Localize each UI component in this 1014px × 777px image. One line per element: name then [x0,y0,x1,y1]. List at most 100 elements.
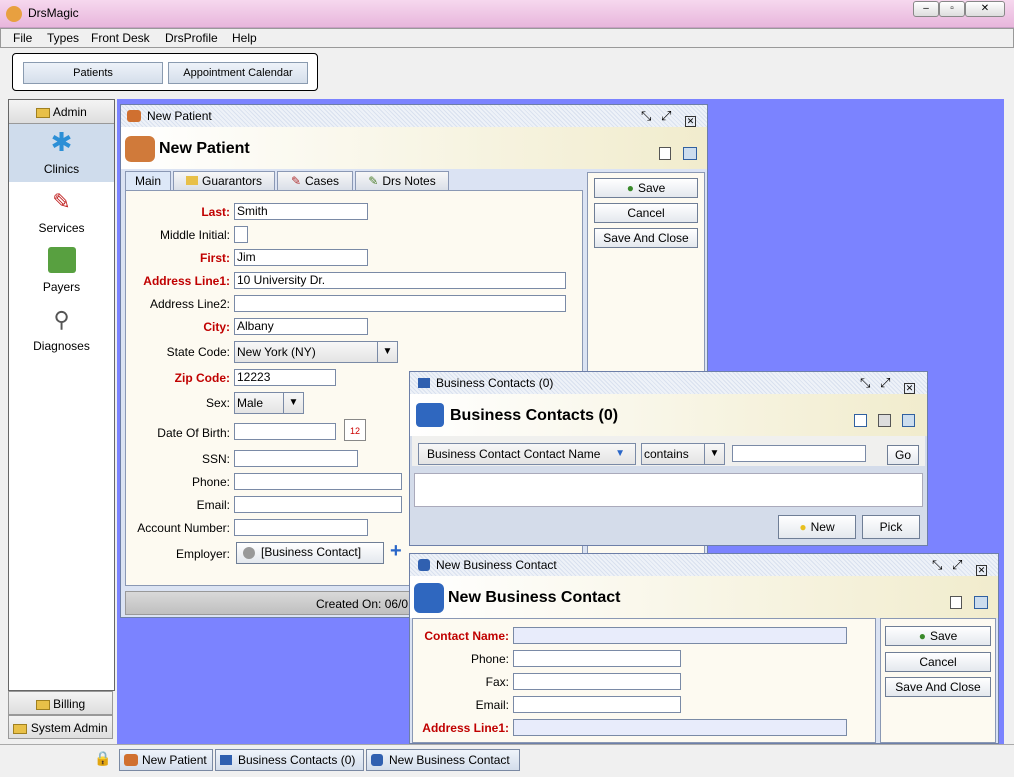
layout-view-icon[interactable] [974,596,988,609]
pick-button[interactable]: Pick [862,515,920,539]
system-admin-section[interactable]: System Admin [8,715,113,739]
state-code-select[interactable]: New York (NY) ▼ [234,341,398,363]
cancel-button[interactable]: Cancel [594,203,698,223]
add-icon[interactable]: + [390,541,402,561]
patients-button[interactable]: Patients [23,62,163,84]
contact-save-button[interactable]: ● Save [885,626,991,646]
email-input[interactable] [234,496,402,513]
window-restore-icon[interactable]: ⤡ [932,554,942,576]
window-restore-icon[interactable]: ⤡ [860,372,870,394]
filter-value-input[interactable] [732,445,866,462]
contact-address-line1-input[interactable] [513,719,847,736]
patient-person-icon [125,136,155,162]
phone-input[interactable] [234,473,402,490]
layout-view-icon[interactable] [683,147,697,160]
new-button[interactable]: ● New [778,515,856,539]
patient-icon [127,110,141,122]
contact-phone-input[interactable] [513,650,681,667]
contact-icon [371,754,383,766]
employer-label: Employer: [175,547,230,561]
nav-payers[interactable]: Payers [9,245,114,301]
contact-name-input[interactable] [513,627,847,644]
business-contacts-title-bar[interactable]: Business Contacts (0) ⤡ ⤢ ✕ [410,372,927,395]
chevron-down-icon[interactable]: ▼ [704,444,724,464]
calendar-icon[interactable]: 12 [344,419,366,441]
last-name-input[interactable]: Smith [234,203,368,220]
new-patient-heading: New Patient [159,140,250,157]
save-button[interactable]: ● Save [594,178,698,198]
menu-help[interactable]: Help [232,31,257,45]
nav-diagnoses-label: Diagnoses [33,339,90,353]
taskbar-new-business-contact[interactable]: New Business Contact [366,749,520,771]
nav-services[interactable]: ✎ Services [9,186,114,242]
contacts-card-icon [416,403,444,427]
employer-picker[interactable]: [Business Contact] [236,542,384,564]
lock-icon[interactable]: 🔒 [94,750,111,767]
state-code-label: State Code: [166,345,230,359]
menu-file[interactable]: File [13,31,32,45]
billing-section[interactable]: Billing [8,691,113,715]
address-line2-input[interactable] [234,295,566,312]
menu-types[interactable]: Types [47,31,79,45]
taskbar-business-contacts[interactable]: Business Contacts (0) [215,749,364,771]
contact-email-input[interactable] [513,696,681,713]
form-view-icon[interactable] [659,147,671,160]
new-business-contact-title-bar[interactable]: New Business Contact ⤡ ⤢ ✕ [410,554,998,577]
filter-field-select[interactable]: Business Contact Contact Name ▼ [418,443,636,465]
new-patient-title-bar[interactable]: New Patient ⤡ ⤢ ✕ [121,105,707,128]
middle-initial-input[interactable] [234,226,248,243]
ssn-input[interactable] [234,450,358,467]
account-number-input[interactable] [234,519,368,536]
tab-drs-notes[interactable]: ✎ Drs Notes [355,171,449,190]
appointment-calendar-button[interactable]: Appointment Calendar [168,62,308,84]
go-button[interactable]: Go [887,445,919,465]
contact-cancel-button[interactable]: Cancel [885,652,991,672]
table-view-icon[interactable] [878,414,891,427]
contact-fax-input[interactable] [513,673,681,690]
business-contacts-banner: Business Contacts (0) [410,394,927,436]
taskbar-new-patient[interactable]: New Patient [119,749,213,771]
email-label: Email: [196,498,230,512]
app-title: DrsMagic [28,6,79,20]
menu-drsprofile[interactable]: DrsProfile [165,31,218,45]
address-line1-label: Address Line1: [143,274,230,288]
chevron-down-icon[interactable]: ▼ [377,342,397,362]
window-maximize-icon[interactable]: ⤢ [661,105,671,127]
form-view-icon[interactable] [950,596,962,609]
layout-view-icon[interactable] [902,414,915,427]
nav-diagnoses[interactable]: ⚲ Diagnoses [9,304,114,360]
new-label: New [810,520,835,534]
save-and-close-button[interactable]: Save And Close [594,228,698,248]
date-of-birth-input[interactable] [234,423,336,440]
chevron-down-icon: ▼ [615,448,625,459]
employer-value: [Business Contact] [261,545,362,559]
tab-cases[interactable]: ✎ Cases [277,171,353,190]
minimize-button[interactable]: ‒ [913,1,939,17]
tab-main[interactable]: Main [125,171,171,190]
notes-icon: ✎ [368,174,379,188]
cases-icon: ✎ [290,174,302,188]
nav-payers-label: Payers [42,280,81,294]
window-maximize-icon[interactable]: ⤢ [880,372,890,394]
city-input[interactable]: Albany [234,318,368,335]
sex-select[interactable]: Male ▼ [234,392,304,414]
first-name-input[interactable]: Jim [234,249,368,266]
filter-operator-select[interactable]: contains ▼ [641,443,725,465]
maximize-button[interactable]: ▫ [939,1,965,17]
window-restore-icon[interactable]: ⤡ [641,105,651,127]
list-view-icon[interactable] [854,414,867,427]
close-button[interactable]: ✕ [965,1,1005,17]
zip-code-input[interactable]: 12223 [234,369,336,386]
tab-guarantors[interactable]: Guarantors [173,171,275,190]
new-business-contact-window-title: New Business Contact [436,558,557,572]
new-contact-form: Contact Name: Phone: Fax: Email: Address… [412,618,876,743]
admin-section[interactable]: Admin [9,100,114,124]
chevron-down-icon[interactable]: ▼ [283,393,303,413]
contact-save-and-close-button[interactable]: Save And Close [885,677,991,697]
menu-front-desk[interactable]: Front Desk [91,31,150,45]
window-maximize-icon[interactable]: ⤢ [952,554,962,576]
nav-clinics[interactable]: ✱ Clinics [9,124,114,182]
middle-initial-label: Middle Initial: [159,228,230,242]
address-line1-input[interactable]: 10 University Dr. [234,272,566,289]
contact-icon [243,547,255,559]
